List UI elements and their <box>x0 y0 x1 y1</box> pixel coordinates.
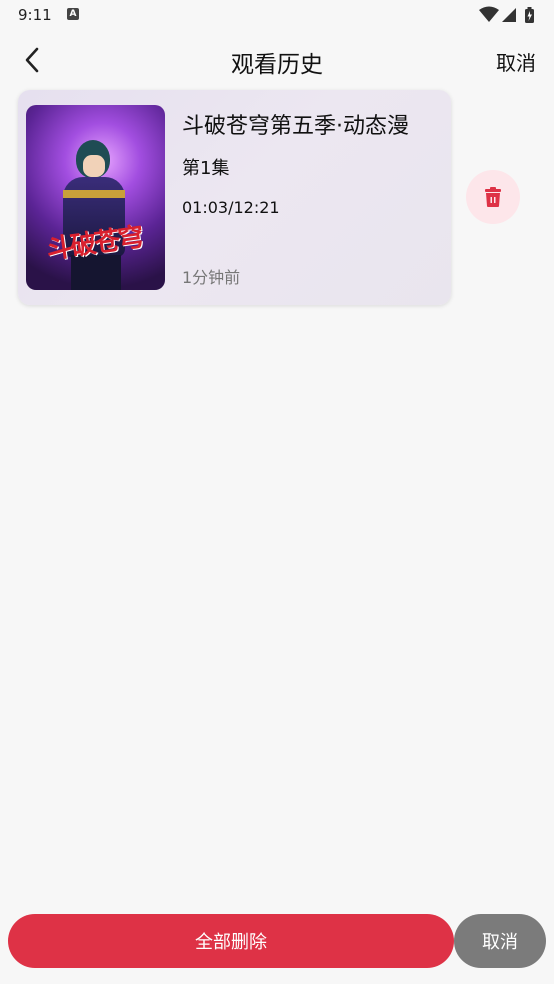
history-item-card[interactable]: 斗破苍穹 斗破苍穹第五季·动态漫 第1集 01:03/12:21 1分钟前 <box>18 90 451 305</box>
status-indicators <box>478 6 538 24</box>
header-cancel-button[interactable]: 取消 <box>496 47 536 76</box>
wifi-icon <box>479 6 499 22</box>
signal-icon <box>502 8 516 22</box>
a-letter-icon: A <box>67 8 79 20</box>
item-episode: 第1集 <box>182 158 230 179</box>
delete-all-button[interactable]: 全部删除 <box>8 914 454 968</box>
header: 观看历史 取消 <box>0 36 554 82</box>
battery-charging-icon <box>525 7 534 23</box>
status-time: 9:11 <box>18 6 52 24</box>
trash-icon <box>485 187 501 207</box>
cover-figure-face <box>83 155 105 177</box>
cover-figure-belt <box>63 190 125 198</box>
watch-history-screen: 9:11 A 观看历史 取消 斗破苍穹 斗破苍穹第五季·动态漫 第1集 01:0… <box>0 0 554 984</box>
delete-item-button[interactable] <box>466 170 520 224</box>
item-watched-ago: 1分钟前 <box>182 268 241 287</box>
item-progress: 01:03/12:21 <box>182 198 280 217</box>
cover-image: 斗破苍穹 <box>26 105 165 290</box>
item-title: 斗破苍穹第五季·动态漫 <box>182 114 409 139</box>
bottom-cancel-button[interactable]: 取消 <box>454 914 546 968</box>
cover-logo: 斗破苍穹 <box>44 222 144 266</box>
page-title: 观看历史 <box>231 52 323 78</box>
status-bar: 9:11 A <box>0 0 554 30</box>
